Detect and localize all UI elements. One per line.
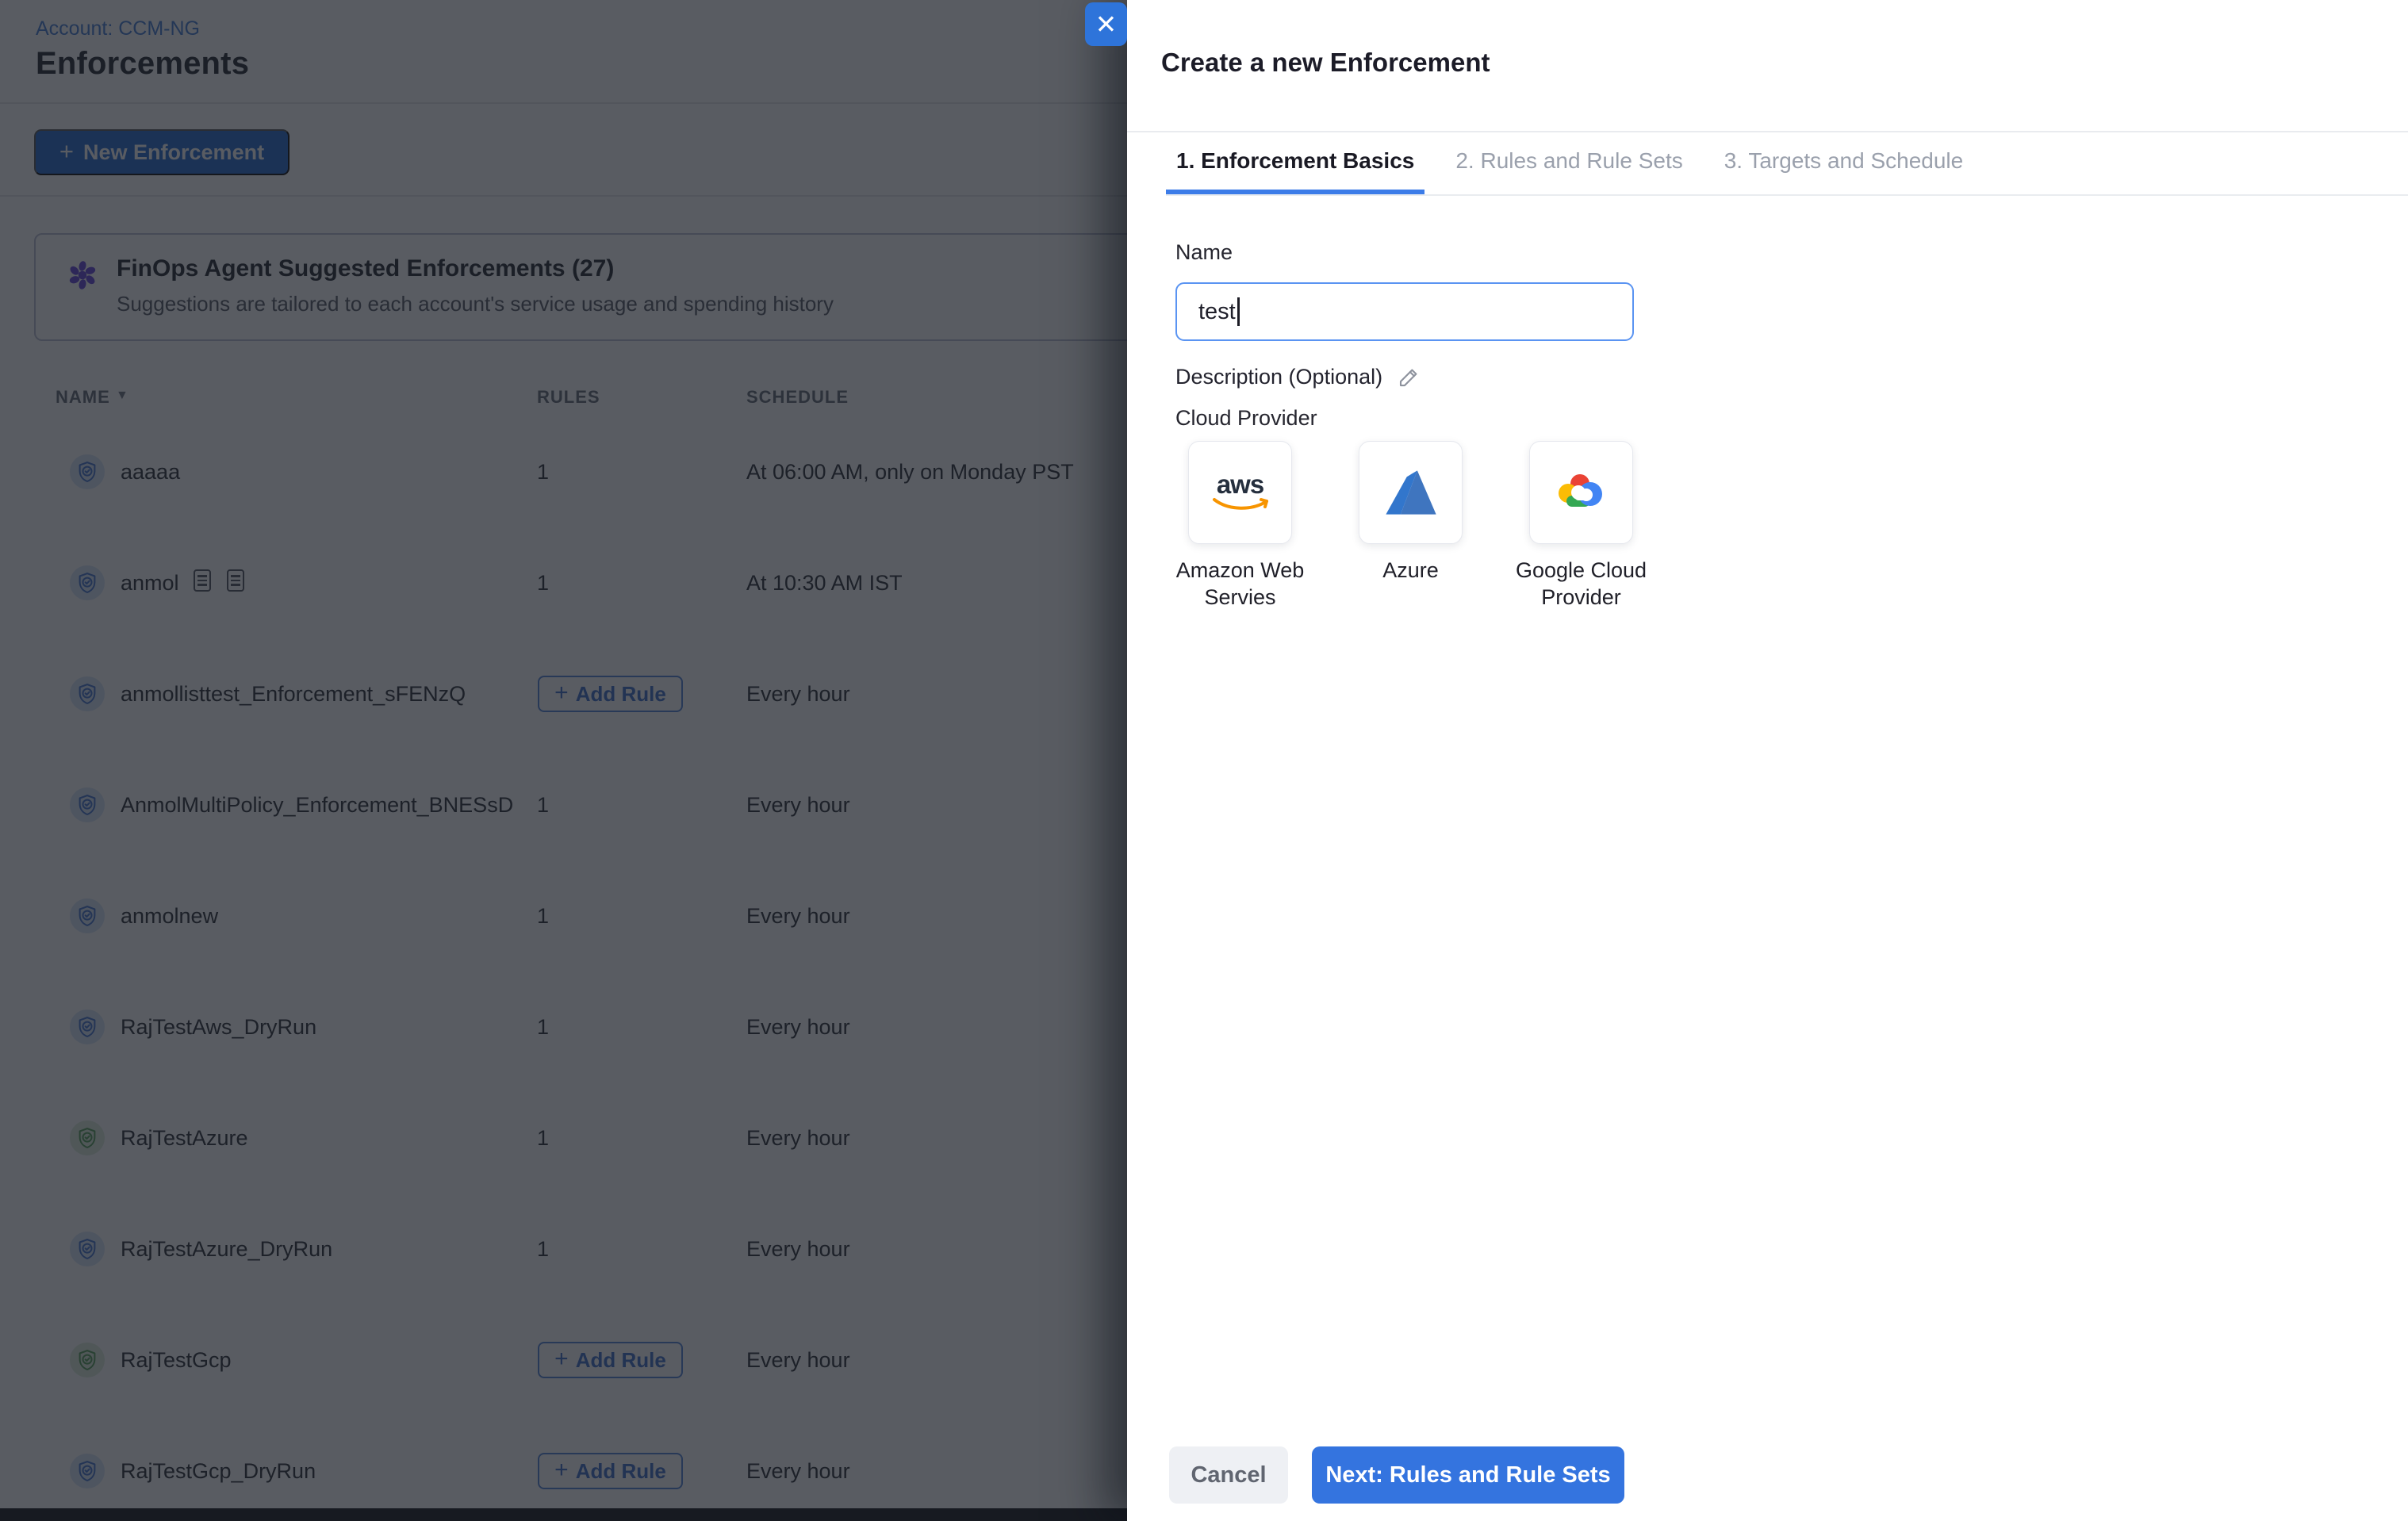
name-input-value: test [1198,299,1236,325]
gcp-logo-icon [1556,472,1607,513]
name-input[interactable]: test [1175,282,1634,341]
wizard-tab[interactable]: 1. Enforcement Basics [1166,132,1424,194]
name-label: Name [1175,240,1233,265]
drawer-title: Create a new Enforcement [1161,48,1490,78]
azure-logo-icon [1385,469,1437,515]
cloud-provider-label: Cloud Provider [1175,406,1317,431]
next-button[interactable]: Next: Rules and Rule Sets [1312,1446,1624,1504]
cloud-provider-option[interactable]: aws [1325,441,1496,611]
create-enforcement-drawer: ✕ Create a new Enforcement 1. Enforcemen… [1127,0,2408,1521]
drawer-footer: Cancel Next: Rules and Rule Sets [1169,1446,1624,1504]
cloud-provider-name: Azure [1382,557,1439,584]
screen: Account: CCM-NG Enforcements + New Enfor… [0,0,2408,1521]
wizard-tab[interactable]: 3. Targets and Schedule [1714,132,1973,194]
description-label: Description (Optional) [1175,365,1382,389]
cloud-provider-option[interactable]: aws [1155,441,1325,611]
wizard-tabs: 1. Enforcement Basics 2. Rules and Rule S… [1166,132,2408,196]
close-icon[interactable]: ✕ [1085,2,1127,46]
cancel-button[interactable]: Cancel [1169,1446,1288,1504]
description-row: Description (Optional) [1175,365,1421,389]
cloud-provider-name: Google Cloud Provider [1496,557,1666,611]
cloud-provider-name: Amazon Web Servies [1155,557,1325,611]
cloud-provider-options: aws [1155,441,1666,611]
cloud-provider-option[interactable]: aws [1496,441,1666,611]
edit-pencil-icon[interactable] [1397,366,1421,389]
aws-logo-icon: aws [1211,473,1270,512]
wizard-tab[interactable]: 2. Rules and Rule Sets [1445,132,1693,194]
text-cursor [1237,297,1240,326]
